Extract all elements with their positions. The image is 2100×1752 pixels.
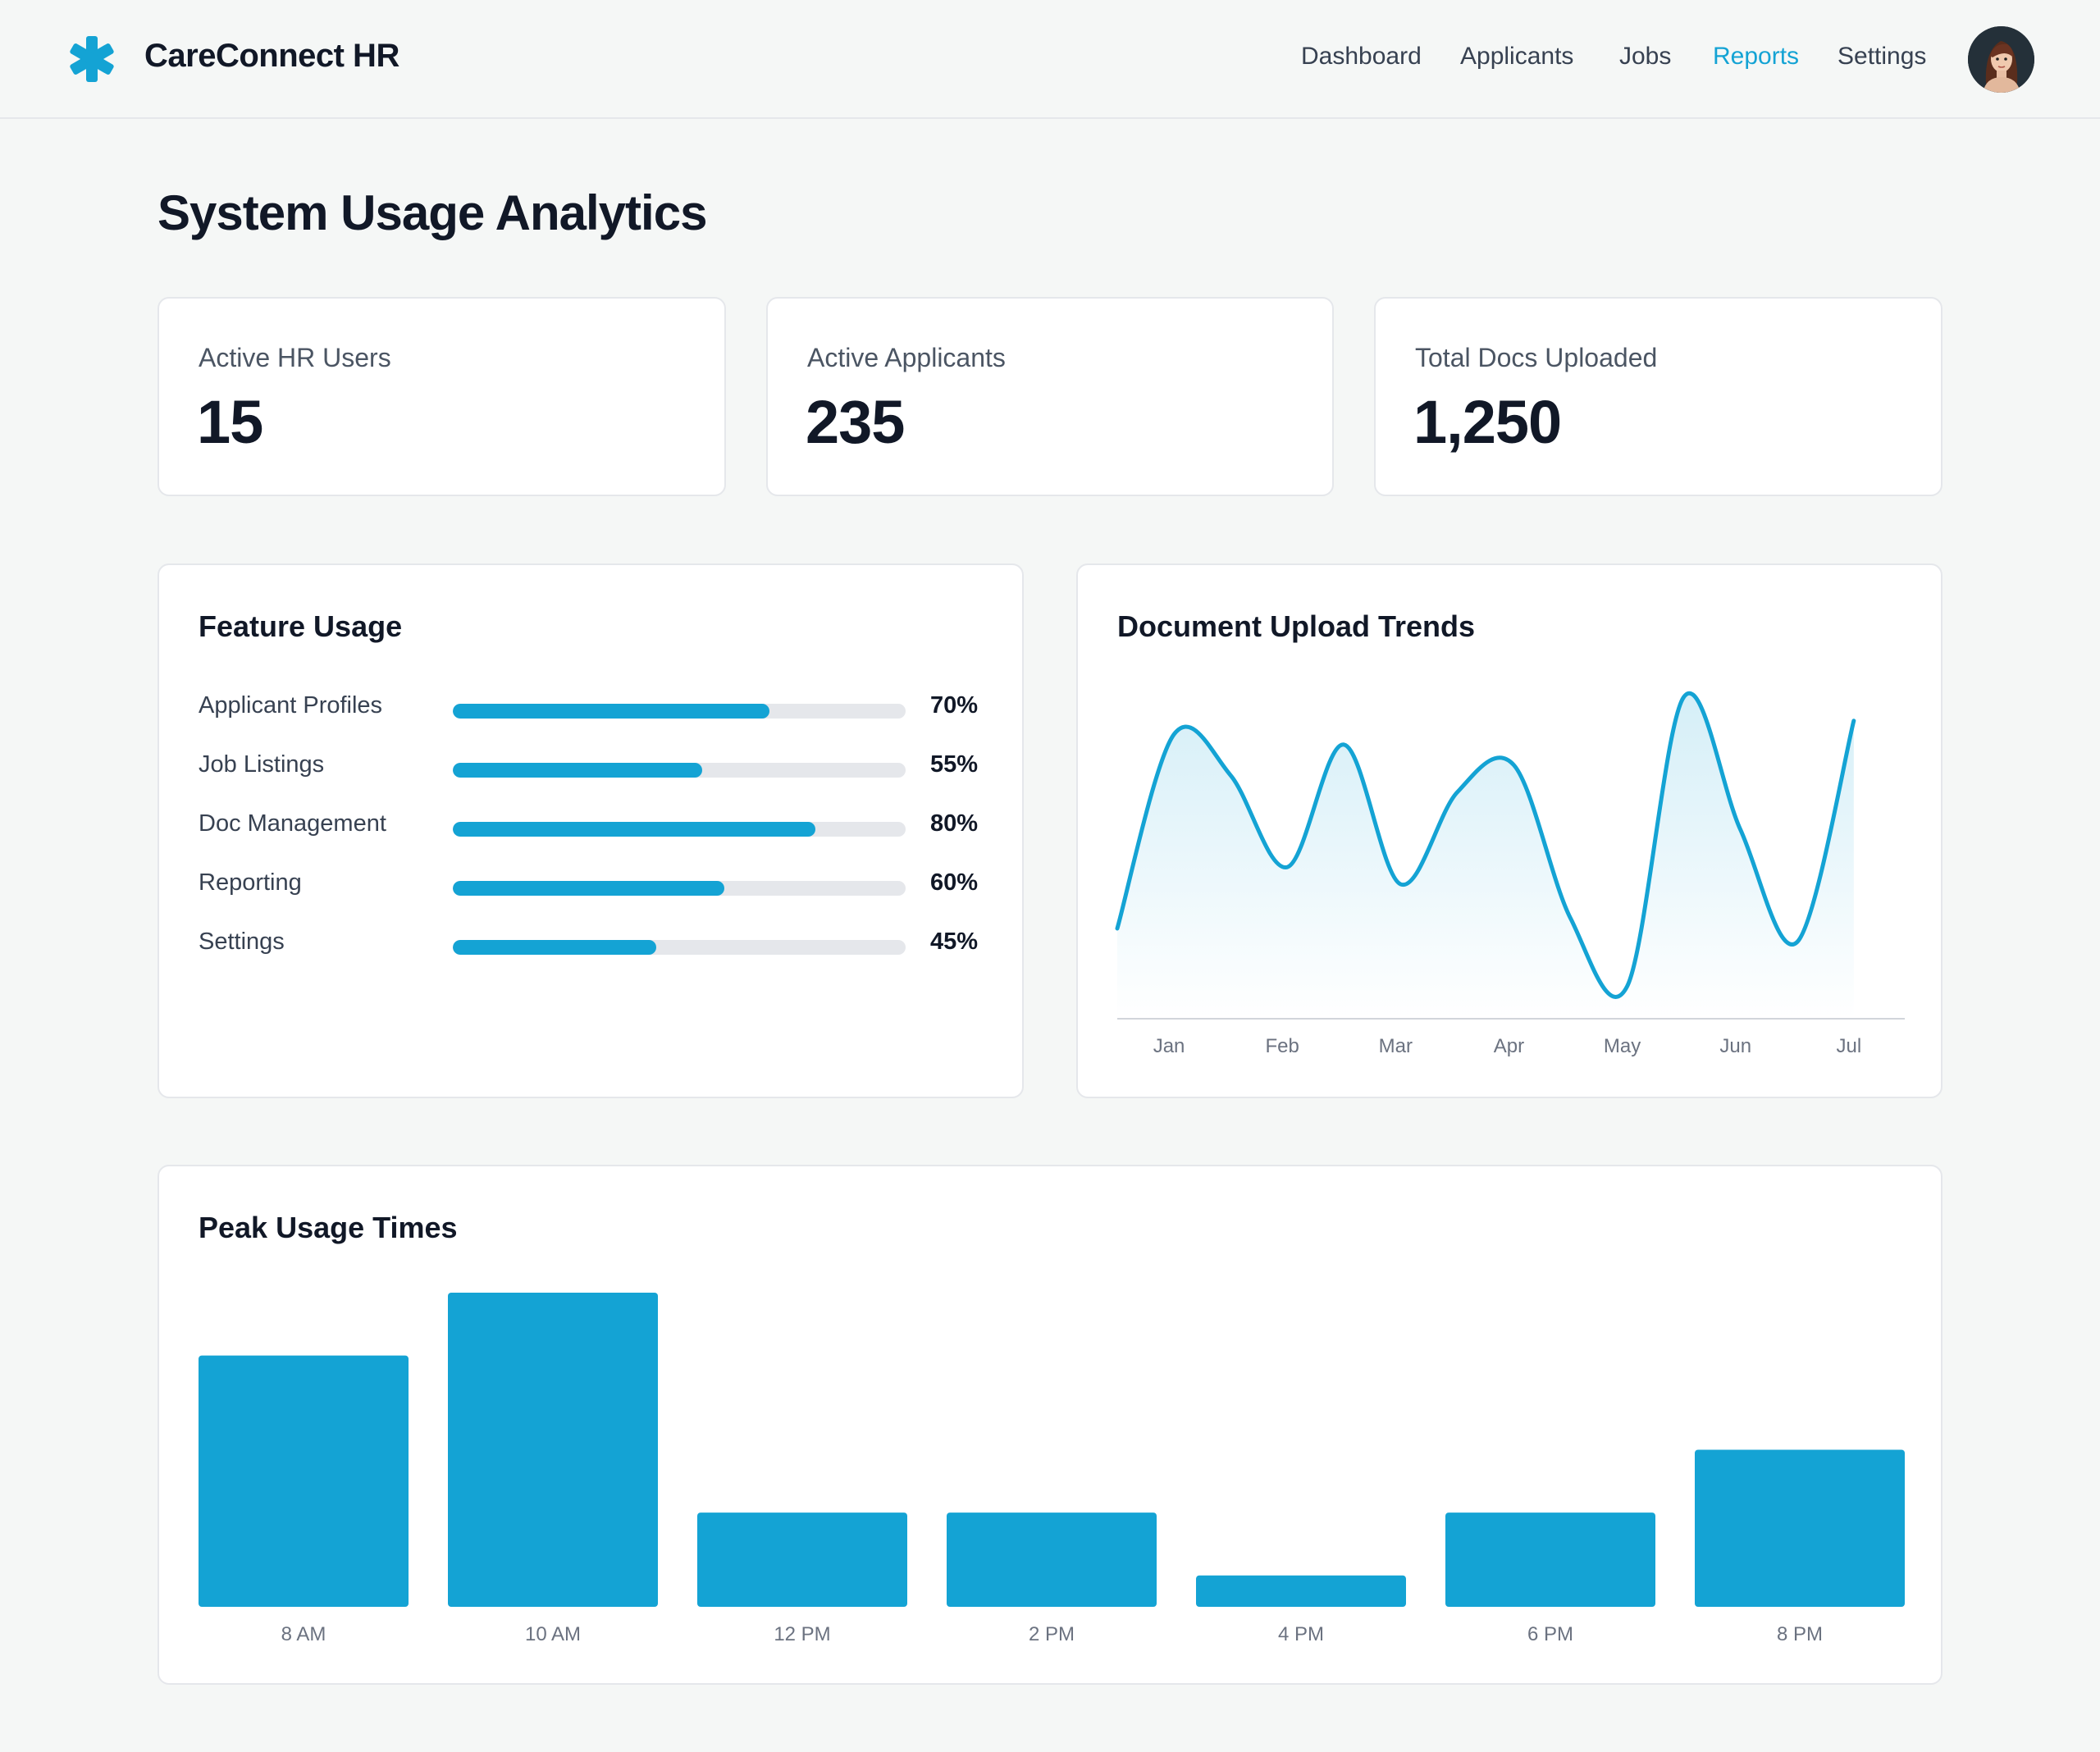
stat-card-hr-users: Active HR Users 15 — [158, 297, 726, 496]
feature-label: Settings — [199, 928, 285, 955]
peak-x-tick-label: 10 AM — [525, 1623, 581, 1645]
peak-bar — [1445, 1512, 1655, 1607]
nav-dashboard[interactable]: Dashboard — [1301, 43, 1422, 71]
feature-progress-fill — [453, 763, 702, 778]
peak-bar — [947, 1512, 1157, 1607]
peak-bar — [448, 1293, 658, 1607]
peak-bar — [199, 1355, 409, 1607]
trend-x-tick-label: Jan — [1153, 1035, 1185, 1057]
stat-label: Active HR Users — [199, 343, 391, 372]
peak-x-tick-label: 8 PM — [1777, 1623, 1823, 1645]
feature-row: Applicant Profiles 70% — [199, 692, 986, 725]
stat-value: 15 — [197, 388, 263, 456]
feature-usage-card: Feature Usage Applicant Profiles 70% Job… — [158, 563, 1024, 1098]
stat-card-applicants: Active Applicants 235 — [766, 297, 1334, 496]
feature-label: Job Listings — [199, 751, 325, 778]
peak-usage-chart: 8 AM 10 AM 12 PM 2 PM 4 PM 6 PM 8 PM — [199, 1293, 1905, 1645]
stat-value: 235 — [806, 388, 905, 456]
medical-asterisk-icon[interactable] — [67, 34, 116, 84]
feature-label: Applicant Profiles — [199, 692, 383, 719]
stat-label: Total Docs Uploaded — [1415, 343, 1658, 372]
feature-label: Doc Management — [199, 810, 386, 837]
feature-progress-track — [453, 881, 906, 896]
feature-percent: 60% — [930, 869, 979, 896]
user-avatar-icon — [1968, 26, 2034, 93]
trend-x-tick-label: Feb — [1266, 1035, 1299, 1057]
feature-progress-track — [453, 704, 906, 719]
feature-percent: 70% — [930, 692, 979, 719]
feature-usage-title: Feature Usage — [199, 609, 403, 643]
peak-bar — [697, 1512, 907, 1607]
nav-reports[interactable]: Reports — [1713, 43, 1799, 71]
feature-progress-track — [453, 763, 906, 778]
feature-percent: 55% — [930, 751, 979, 778]
feature-progress-fill — [453, 704, 770, 719]
peak-x-tick-label: 2 PM — [1029, 1623, 1075, 1645]
user-avatar[interactable] — [1968, 26, 2034, 93]
peak-x-tick-label: 8 AM — [281, 1623, 326, 1645]
nav-jobs[interactable]: Jobs — [1619, 43, 1671, 71]
upload-trends-card: Document Upload Trends Jan Feb Mar Apr May Ju… — [1076, 563, 1942, 1098]
peak-usage-card: Peak Usage Times 8 AM 10 AM 12 PM 2 PM 4 PM 6… — [158, 1165, 1942, 1685]
peak-x-tick-label: 4 PM — [1278, 1623, 1324, 1645]
peak-x-tick-label: 6 PM — [1527, 1623, 1573, 1645]
feature-percent: 45% — [930, 928, 979, 955]
page-title: System Usage Analytics — [158, 185, 707, 240]
stat-card-docs-uploaded: Total Docs Uploaded 1,250 — [1374, 297, 1942, 496]
feature-progress-fill — [453, 822, 815, 837]
feature-progress-track — [453, 940, 906, 955]
feature-progress-fill — [453, 940, 657, 955]
nav-settings[interactable]: Settings — [1838, 43, 1926, 71]
trend-x-tick-label: May — [1604, 1035, 1641, 1057]
feature-percent: 80% — [930, 810, 979, 837]
trend-x-tick-label: Jul — [1836, 1035, 1861, 1057]
feature-label: Reporting — [199, 869, 302, 896]
feature-row: Job Listings 55% — [199, 751, 986, 784]
trend-x-tick-label: Jun — [1719, 1035, 1751, 1057]
feature-progress-fill — [453, 881, 725, 896]
feature-progress-track — [453, 822, 906, 837]
feature-row: Reporting 60% — [199, 869, 986, 902]
trend-x-tick-label: Apr — [1494, 1035, 1524, 1057]
stat-label: Active Applicants — [807, 343, 1006, 372]
feature-row: Settings 45% — [199, 928, 986, 961]
nav-applicants[interactable]: Applicants — [1460, 43, 1573, 71]
brand-name[interactable]: CareConnect HR — [144, 38, 399, 75]
peak-bar — [1695, 1449, 1905, 1607]
peak-bar — [1196, 1575, 1406, 1607]
upload-trends-chart: Jan Feb Mar Apr May Jun Jul — [1115, 691, 1905, 1057]
trend-x-tick-label: Mar — [1379, 1035, 1413, 1057]
peak-x-tick-label: 12 PM — [774, 1623, 830, 1645]
top-nav-bar: CareConnect HR Dashboard Applicants Jobs… — [0, 0, 2100, 119]
stat-value: 1,250 — [1413, 388, 1562, 456]
feature-row: Doc Management 80% — [199, 810, 986, 843]
trend-area — [1117, 693, 1854, 1019]
